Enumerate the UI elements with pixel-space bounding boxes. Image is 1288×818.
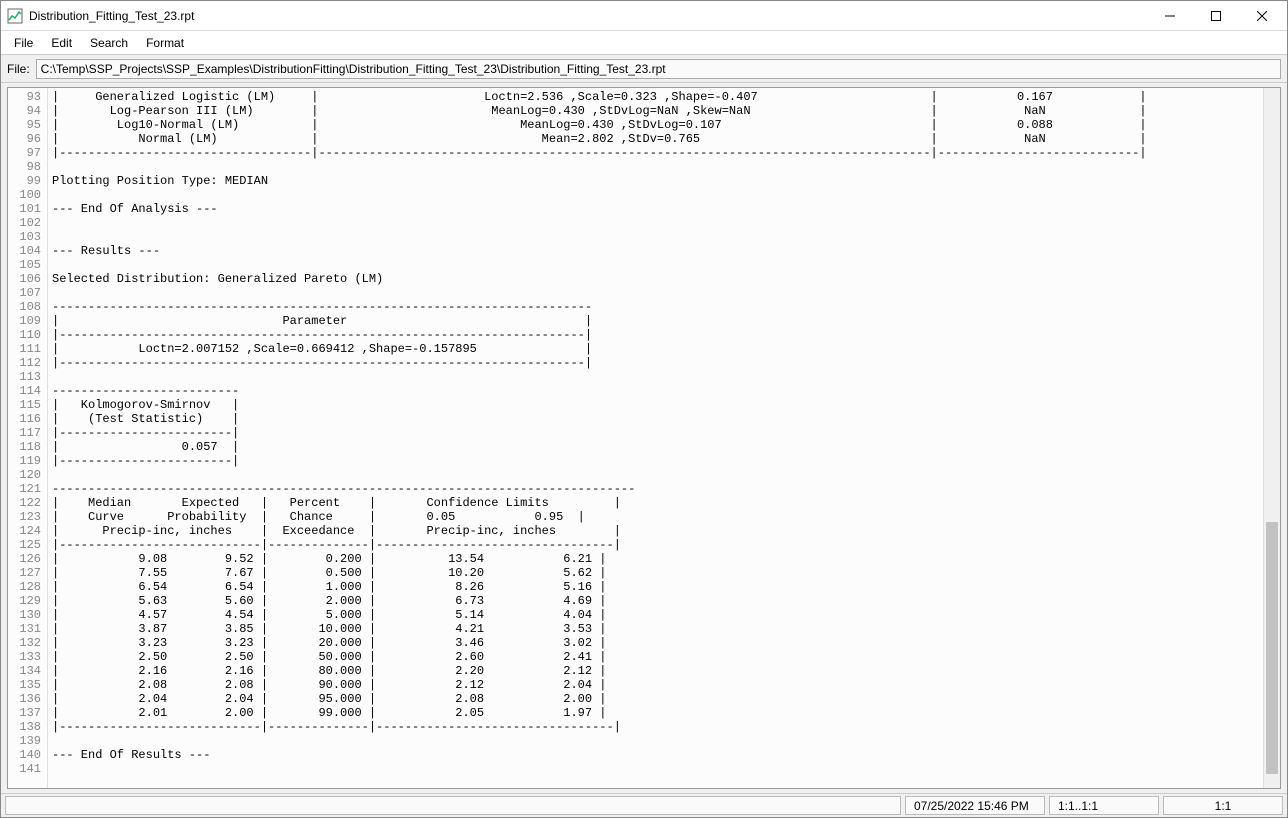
code-area[interactable]: | Generalized Logistic (LM) | Loctn=2.53… — [48, 88, 1263, 788]
menu-file[interactable]: File — [5, 33, 42, 53]
title-bar: Distribution_Fitting_Test_23.rpt — [1, 1, 1287, 31]
menu-search[interactable]: Search — [81, 33, 137, 53]
file-path-input[interactable] — [36, 59, 1281, 79]
window-title: Distribution_Fitting_Test_23.rpt — [29, 9, 1147, 23]
status-bar: 07/25/2022 15:46 PM 1:1..1:1 1:1 — [1, 793, 1287, 817]
close-button[interactable] — [1239, 2, 1285, 30]
status-timestamp: 07/25/2022 15:46 PM — [905, 796, 1045, 815]
line-number-gutter: 93 94 95 96 97 98 99 100 101 102 103 104… — [8, 88, 48, 788]
menu-bar: File Edit Search Format — [1, 31, 1287, 55]
vertical-scrollbar[interactable] — [1263, 88, 1280, 788]
menu-edit[interactable]: Edit — [42, 33, 81, 53]
menu-format[interactable]: Format — [137, 33, 193, 53]
file-label: File: — [7, 62, 30, 76]
file-path-bar: File: — [1, 55, 1287, 83]
editor-container: 93 94 95 96 97 98 99 100 101 102 103 104… — [1, 83, 1287, 793]
window-controls — [1147, 2, 1285, 30]
app-window: Distribution_Fitting_Test_23.rpt File Ed… — [0, 0, 1288, 818]
status-extra: 1:1 — [1163, 796, 1283, 815]
app-icon — [7, 8, 23, 24]
status-message — [5, 796, 901, 815]
minimize-button[interactable] — [1147, 2, 1193, 30]
maximize-button[interactable] — [1193, 2, 1239, 30]
text-editor: 93 94 95 96 97 98 99 100 101 102 103 104… — [7, 87, 1281, 789]
status-cursor: 1:1..1:1 — [1049, 796, 1159, 815]
scrollbar-thumb[interactable] — [1266, 522, 1278, 774]
